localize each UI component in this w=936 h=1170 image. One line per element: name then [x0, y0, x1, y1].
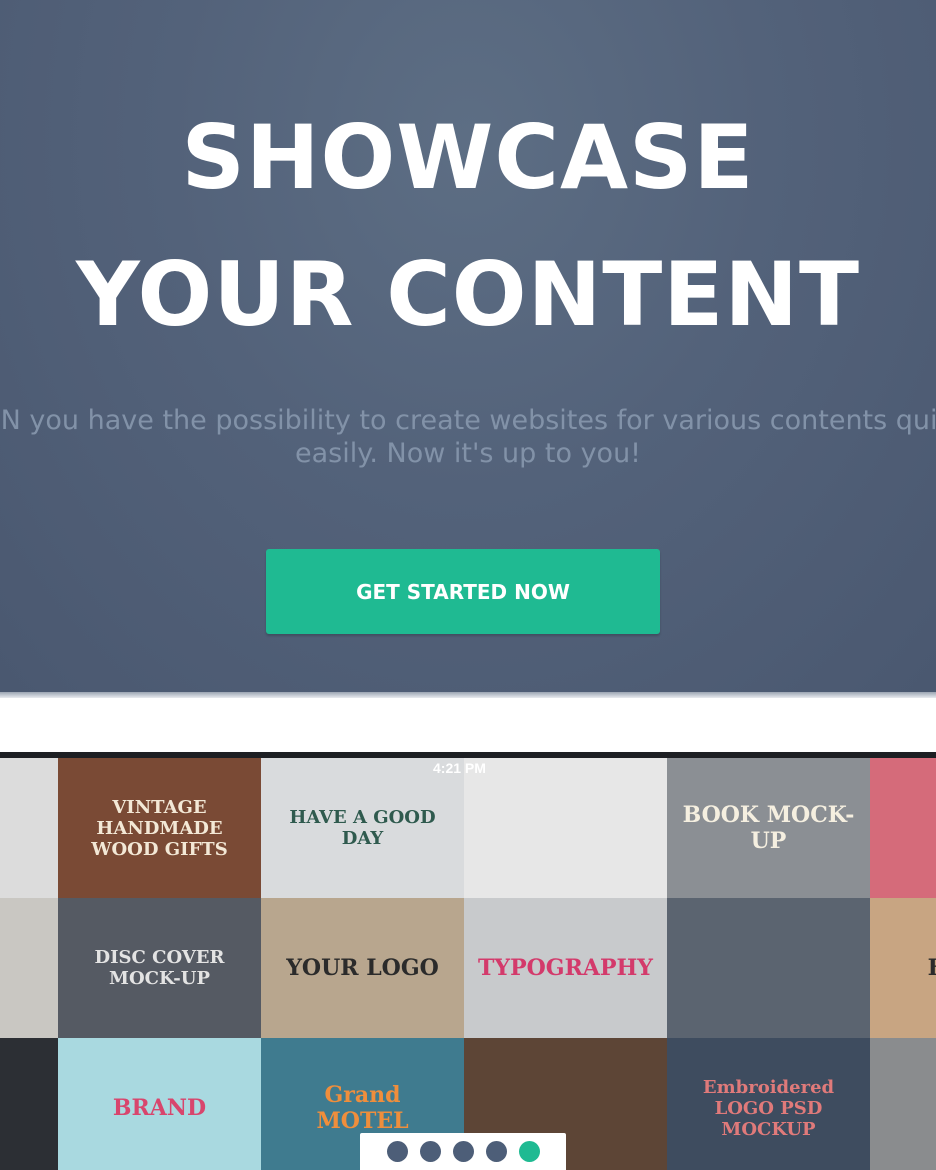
gallery-tile-label: TYPOGRAPHY — [478, 955, 653, 981]
slider-dot[interactable] — [419, 1141, 441, 1162]
gallery-tile-label: BLACK — [914, 955, 936, 981]
gallery-tile[interactable]: all — [0, 758, 58, 898]
gallery-tile[interactable] — [870, 1038, 936, 1170]
gallery-tile[interactable] — [0, 1038, 58, 1170]
gallery-grid: all VINTAGE HANDMADE WOOD GIFTS HAVE A GOO… — [0, 758, 936, 1170]
gallery-tile[interactable] — [464, 758, 667, 898]
gallery-tile-label: YOUR LOGO — [286, 955, 439, 981]
gallery-tile[interactable] — [667, 898, 870, 1038]
gallery-tile[interactable]: YOUR LOGO — [261, 898, 464, 1038]
get-started-button[interactable]: GET STARTED NOW — [266, 549, 660, 634]
gallery-tile-label: VINTAGE HANDMADE WOOD GIFTS — [91, 796, 228, 860]
subtitle-line-2: easily. Now it's up to you! — [294, 438, 642, 469]
status-time: 4:21 PM — [433, 760, 486, 776]
hero-subtitle: EN you have the possibility to create we… — [0, 404, 936, 470]
gallery-tile[interactable] — [0, 898, 58, 1038]
slider-dot[interactable] — [386, 1141, 408, 1162]
slider-dot[interactable] — [452, 1141, 474, 1162]
headline-line-2: YOUR CONTENT — [75, 243, 861, 346]
subtitle-line-1: EN you have the possibility to create we… — [0, 405, 936, 436]
gallery-tile-label: Embroidered LOGO PSD MOCKUP — [702, 1076, 835, 1140]
showcase-gallery: 4:21 PM all VINTAGE HANDMADE WOOD GIFTS HA… — [0, 752, 936, 1170]
gallery-tile[interactable]: BRAND — [58, 1038, 261, 1170]
headline-line-1: SHOWCASE — [181, 106, 755, 209]
gallery-tile[interactable]: DISC COVER MOCK-UP — [58, 898, 261, 1038]
gallery-tile[interactable]: BLACK — [870, 898, 936, 1038]
gallery-tile[interactable]: HAVE A GOOD DAY — [261, 758, 464, 898]
gallery-tile[interactable]: VINTAGE HANDMADE WOOD GIFTS — [58, 758, 261, 898]
gallery-tile[interactable]: BOOK MOCK-UP — [667, 758, 870, 898]
slider-dot[interactable] — [485, 1141, 507, 1162]
gallery-tile[interactable]: Embroidered LOGO PSD MOCKUP — [667, 1038, 870, 1170]
gallery-tile-label: BRAND — [112, 1095, 207, 1121]
gallery-tile-label: HAVE A GOOD DAY — [289, 807, 436, 849]
gallery-tile[interactable]: TYPOGRAPHY — [464, 898, 667, 1038]
gallery-tile-label: DISC COVER MOCK-UP — [94, 947, 225, 989]
gallery-tile-label: BOOK MOCK-UP — [682, 802, 855, 854]
slider-dot[interactable] — [518, 1141, 540, 1162]
gallery-tile[interactable] — [870, 758, 936, 898]
slider-pager — [360, 1133, 566, 1170]
gallery-tile-label: Grand MOTEL — [316, 1082, 409, 1134]
hero-section: SHOWCASE YOUR CONTENT EN you have the po… — [0, 0, 936, 698]
